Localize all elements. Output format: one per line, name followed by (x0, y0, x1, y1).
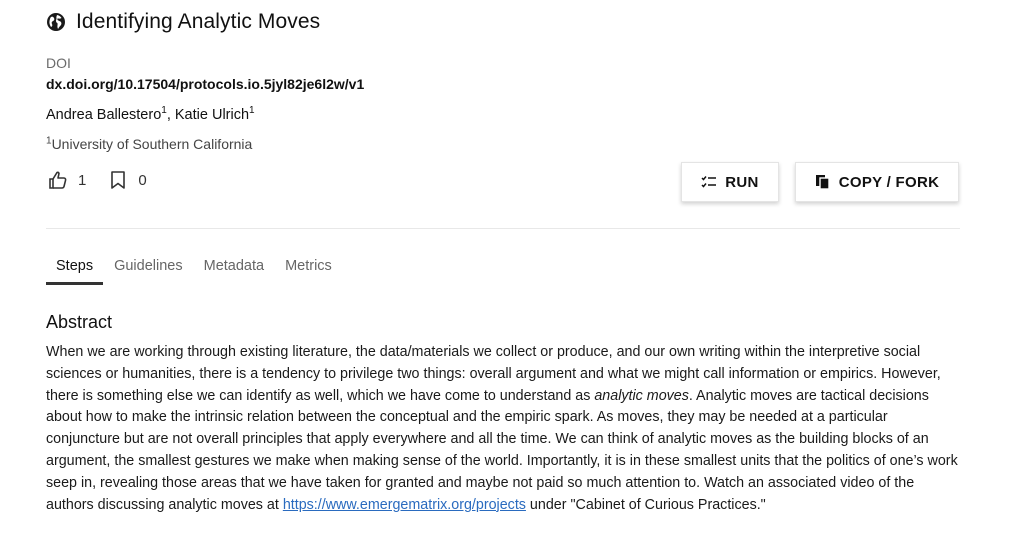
author-affiliation-number: 1 (249, 105, 255, 117)
like-button[interactable]: 1 (48, 170, 86, 190)
affiliation: 1University of Southern California (46, 136, 252, 152)
tab-guidelines[interactable]: Guidelines (104, 258, 193, 285)
title-row: Identifying Analytic Moves (46, 10, 320, 34)
projects-link[interactable]: https://www.emergematrix.org/projects (283, 497, 526, 513)
author-name[interactable]: Andrea Ballestero (46, 107, 161, 123)
copy-fork-button[interactable]: COPY / FORK (795, 162, 959, 202)
bookmark-count: 0 (138, 171, 147, 189)
abstract-emphasis: analytic moves (594, 387, 689, 404)
copy-fork-label: COPY / FORK (838, 173, 940, 191)
bookmark-icon (111, 171, 126, 189)
abstract-text-part: . Analytic moves are tactical decisions … (46, 387, 958, 513)
author-list: Andrea Ballestero1, Katie Ulrich1 (46, 105, 255, 123)
author-separator: , (166, 107, 175, 123)
doi-link[interactable]: dx.doi.org/10.17504/protocols.io.5jyl82j… (46, 76, 364, 92)
bookmark-button[interactable]: 0 (108, 170, 147, 190)
affiliation-name: University of Southern California (51, 136, 253, 152)
run-button[interactable]: RUN (681, 162, 779, 202)
doi-label: DOI (46, 55, 71, 71)
tab-steps[interactable]: Steps (46, 258, 104, 285)
page-title: Identifying Analytic Moves (76, 10, 321, 33)
checklist-icon (701, 176, 717, 188)
abstract-heading: Abstract (46, 312, 113, 332)
tab-metadata[interactable]: Metadata (194, 258, 274, 285)
run-label: RUN (725, 173, 759, 191)
tab-metrics[interactable]: Metrics (275, 258, 342, 285)
like-count: 1 (78, 171, 87, 189)
abstract-text-part: under "Cabinet of Curious Practices." (525, 496, 766, 513)
thumbs-up-icon (49, 171, 67, 189)
copy-icon (815, 175, 830, 190)
author-name[interactable]: Katie Ulrich (175, 107, 249, 123)
globe-icon (46, 12, 66, 32)
abstract-text: When we are working through existing lit… (46, 342, 964, 516)
tab-bar: Steps Guidelines Metadata Metrics (46, 258, 343, 285)
stats-bar: 1 0 (48, 170, 161, 190)
divider (46, 228, 960, 229)
